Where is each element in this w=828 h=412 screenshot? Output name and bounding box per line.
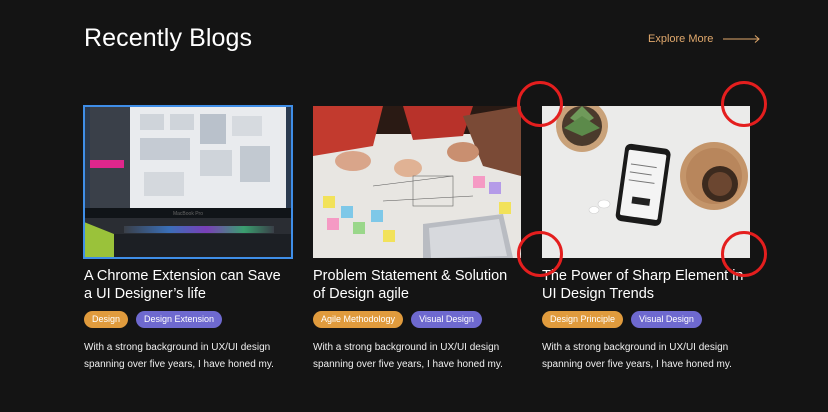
blog-thumbnail-phone[interactable] <box>542 106 750 258</box>
explore-more-link[interactable]: Explore More <box>648 33 761 45</box>
blog-description: With a strong background in UX/UI design… <box>84 342 274 370</box>
tag-list: Agile Methodology Visual Design <box>313 311 521 328</box>
blog-card[interactable]: The Power of Sharp Element in UI Design … <box>542 106 750 373</box>
blog-title[interactable]: A Chrome Extension can Save a UI Designe… <box>84 267 292 303</box>
tag-list: Design Principle Visual Design <box>542 311 750 328</box>
blog-description: With a strong background in UX/UI design… <box>542 342 732 370</box>
tag-design-extension[interactable]: Design Extension <box>136 311 223 328</box>
tag-agile-methodology[interactable]: Agile Methodology <box>313 311 404 328</box>
blog-card[interactable]: MacBook Pro A Chrome Extension can Save … <box>83 105 293 373</box>
tag-visual-design[interactable]: Visual Design <box>631 311 702 328</box>
blog-card[interactable]: Problem Statement & Solution of Design a… <box>313 106 521 373</box>
tag-design[interactable]: Design <box>84 311 129 328</box>
blog-thumbnail-whiteboard[interactable] <box>313 106 521 258</box>
laptop-image: MacBook Pro <box>84 106 292 258</box>
tag-design-principle[interactable]: Design Principle <box>542 311 624 328</box>
blog-title[interactable]: The Power of Sharp Element in UI Design … <box>542 267 750 303</box>
whiteboard-image <box>313 106 521 258</box>
laptop-brand-text: MacBook Pro <box>173 211 203 217</box>
blog-thumbnail-laptop[interactable]: MacBook Pro <box>83 105 293 259</box>
blog-title[interactable]: Problem Statement & Solution of Design a… <box>313 267 521 303</box>
phone-desk-image <box>542 106 750 258</box>
section-title: Recently Blogs <box>84 24 253 52</box>
explore-more-label: Explore More <box>648 33 714 45</box>
arrow-right-icon <box>723 35 761 43</box>
tag-list: Design Design Extension <box>84 311 292 328</box>
tag-visual-design[interactable]: Visual Design <box>411 311 482 328</box>
blog-description: With a strong background in UX/UI design… <box>313 342 503 370</box>
